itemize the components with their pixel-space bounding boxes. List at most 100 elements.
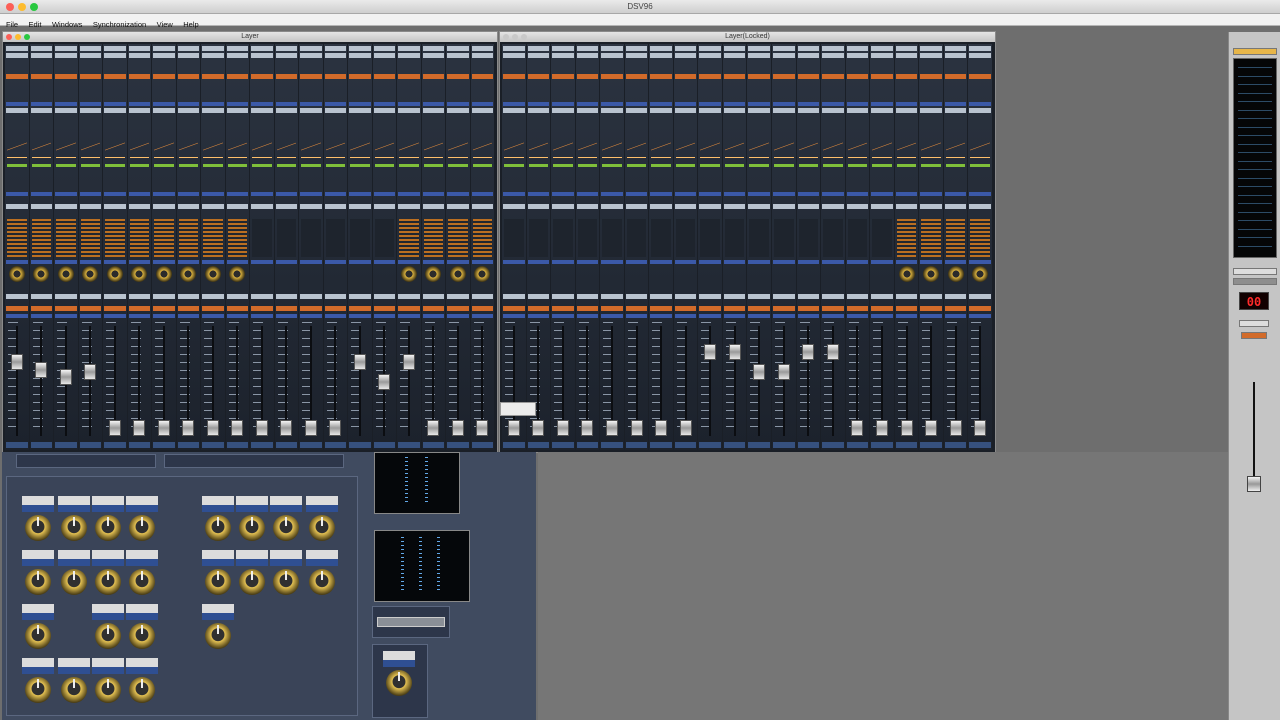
on-button[interactable] (846, 306, 869, 311)
phase-button[interactable] (846, 74, 869, 79)
patch-label[interactable] (846, 46, 869, 51)
on-button[interactable] (601, 306, 623, 311)
knob-icon[interactable] (205, 623, 231, 649)
param-knob[interactable] (236, 496, 268, 546)
input-label[interactable] (422, 53, 444, 58)
input-label[interactable] (503, 53, 525, 58)
select-button[interactable] (920, 294, 942, 299)
phase-button[interactable] (300, 74, 322, 79)
phase-button[interactable] (251, 74, 273, 79)
input-label[interactable] (30, 53, 52, 58)
select-button[interactable] (177, 294, 199, 299)
phase-button[interactable] (773, 74, 795, 79)
param-knob[interactable] (126, 550, 158, 600)
eq-select-button[interactable] (104, 108, 126, 113)
menu-view[interactable]: View (157, 19, 173, 31)
eq-select-button[interactable] (920, 108, 942, 113)
on-button[interactable] (422, 306, 444, 311)
channel-fader[interactable] (777, 364, 790, 380)
on-button[interactable] (674, 306, 697, 311)
on-button[interactable] (447, 306, 469, 311)
channel-fader[interactable] (84, 364, 97, 380)
eq-select-button[interactable] (471, 108, 493, 113)
solo-switch[interactable] (377, 617, 445, 627)
phase-button[interactable] (822, 74, 844, 79)
close-icon[interactable] (503, 34, 509, 40)
channel-fader[interactable] (427, 420, 440, 436)
knob-icon[interactable] (129, 623, 155, 649)
channel-fader[interactable] (753, 364, 766, 380)
patch-label[interactable] (895, 46, 918, 51)
pan-knob-icon[interactable] (33, 266, 50, 282)
param-knob[interactable] (126, 496, 158, 546)
param-knob[interactable] (306, 496, 338, 546)
channel-fader[interactable] (581, 420, 594, 436)
select-button[interactable] (104, 294, 126, 299)
on-button[interactable] (128, 306, 150, 311)
on-button[interactable] (650, 306, 672, 311)
channel-fader[interactable] (451, 420, 464, 436)
input-label[interactable] (202, 53, 224, 58)
phase-button[interactable] (552, 74, 574, 79)
on-button[interactable] (104, 306, 126, 311)
knob-icon[interactable] (129, 515, 155, 541)
input-label[interactable] (153, 53, 175, 58)
select-button[interactable] (773, 294, 795, 299)
on-button[interactable] (349, 306, 371, 311)
select-button[interactable] (650, 294, 672, 299)
scene-recall-button[interactable] (1241, 332, 1267, 339)
phase-button[interactable] (398, 74, 420, 79)
knob-icon[interactable] (25, 515, 51, 541)
close-icon[interactable] (6, 34, 12, 40)
select-button[interactable] (447, 294, 469, 299)
select-button[interactable] (251, 294, 273, 299)
channel-fader[interactable] (10, 354, 23, 370)
patch-label[interactable] (202, 46, 224, 51)
select-button[interactable] (30, 294, 52, 299)
eq-select-button[interactable] (674, 108, 697, 113)
pan-knob-icon[interactable] (898, 266, 915, 282)
patch-label[interactable] (55, 46, 77, 51)
channel-fader[interactable] (231, 420, 244, 436)
on-button[interactable] (324, 306, 346, 311)
on-button[interactable] (871, 306, 893, 311)
eq-select-button[interactable] (300, 108, 322, 113)
menu-help[interactable]: Help (183, 19, 198, 31)
eq-select-button[interactable] (177, 108, 199, 113)
param-knob[interactable] (92, 550, 124, 600)
channel-fader[interactable] (182, 420, 195, 436)
patch-label[interactable] (104, 46, 126, 51)
input-label[interactable] (177, 53, 199, 58)
menu-edit[interactable]: Edit (29, 19, 42, 31)
knob-icon[interactable] (129, 569, 155, 595)
on-button[interactable] (398, 306, 420, 311)
phase-button[interactable] (275, 74, 297, 79)
on-button[interactable] (503, 306, 525, 311)
zoom-icon[interactable] (521, 34, 527, 40)
patch-label[interactable] (503, 46, 525, 51)
param-knob[interactable] (22, 604, 54, 654)
input-label[interactable] (674, 53, 697, 58)
select-button[interactable] (797, 294, 820, 299)
phase-button[interactable] (373, 74, 395, 79)
patch-label[interactable] (251, 46, 273, 51)
input-label[interactable] (846, 53, 869, 58)
input-label[interactable] (650, 53, 672, 58)
param-knob[interactable] (22, 496, 54, 546)
knob-icon[interactable] (95, 569, 121, 595)
input-label[interactable] (601, 53, 623, 58)
input-label[interactable] (969, 53, 991, 58)
on-button[interactable] (969, 306, 991, 311)
input-label[interactable] (55, 53, 77, 58)
eq-select-button[interactable] (30, 108, 52, 113)
channel-fader[interactable] (108, 420, 121, 436)
channel-fader[interactable] (974, 420, 987, 436)
input-label[interactable] (373, 53, 395, 58)
phase-button[interactable] (650, 74, 672, 79)
menu-synchronization[interactable]: Synchronization (93, 19, 146, 31)
patch-label[interactable] (324, 46, 346, 51)
knob-icon[interactable] (309, 569, 335, 595)
param-knob[interactable] (202, 604, 234, 654)
param-knob[interactable] (92, 496, 124, 546)
param-knob[interactable] (202, 550, 234, 600)
